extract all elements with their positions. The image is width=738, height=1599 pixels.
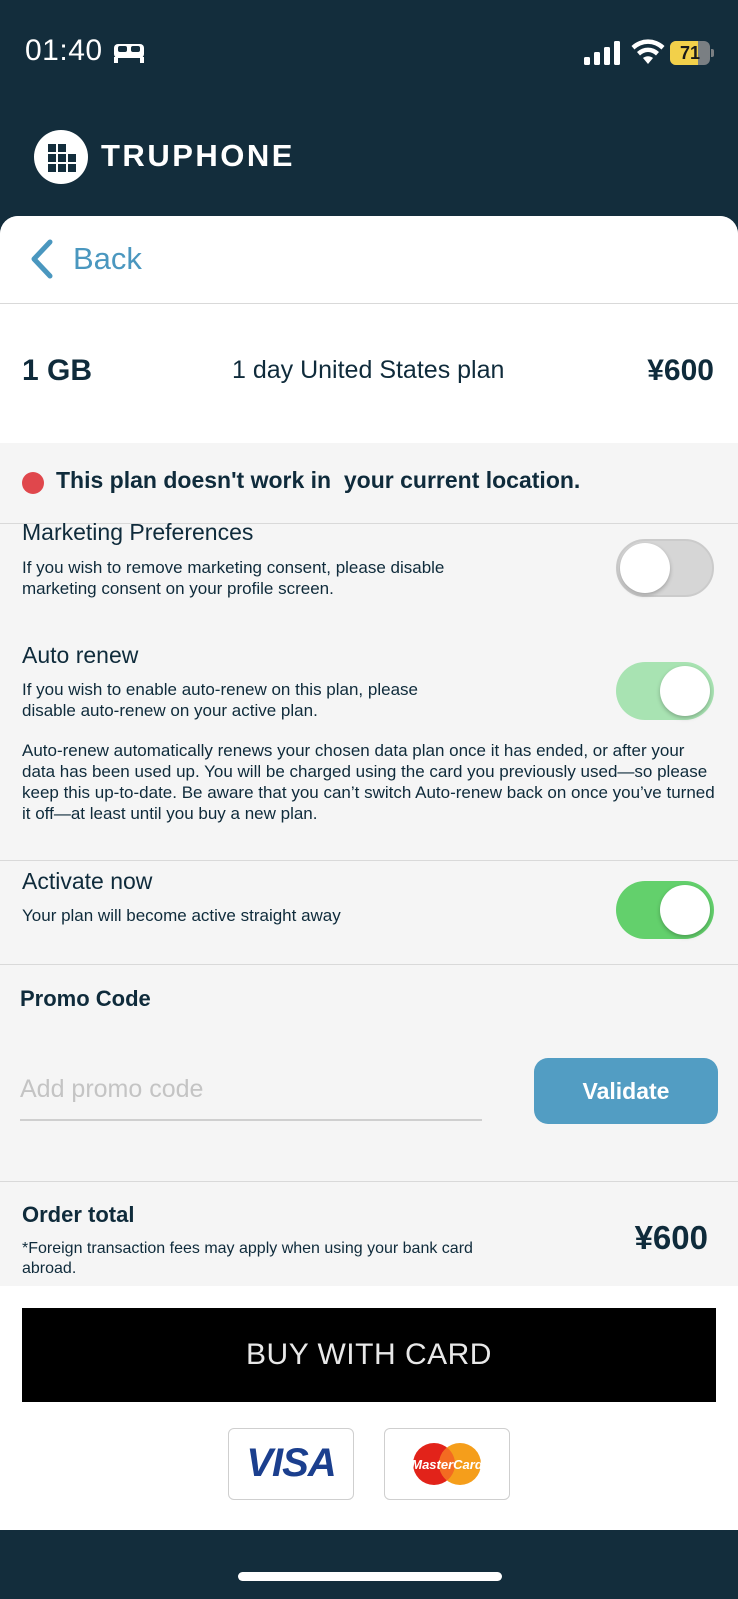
mastercard-logo: MasterCard [384,1428,510,1500]
warning-dot-icon [22,472,44,494]
warning-text: This plan doesn't work in your current l… [56,467,581,493]
validate-button[interactable]: Validate [534,1058,718,1124]
truphone-logo-icon [34,130,88,184]
order-note: *Foreign transaction fees may apply when… [22,1240,473,1277]
location-warning: This plan doesn't work in your current l… [0,443,738,524]
marketing-desc: If you wish to remove marketing consent,… [22,558,445,598]
status-time: 01:40 [25,34,103,67]
activate-now-toggle[interactable] [616,881,714,939]
visa-label: VISA [246,1441,336,1485]
purchase-card: Back 1 GB 1 day United States plan ¥600 … [0,216,738,1530]
plan-summary: 1 GB 1 day United States plan ¥600 [0,304,738,443]
mastercard-label: MasterCard [412,1457,482,1472]
plan-name: 1 day United States plan [232,356,505,384]
mastercard-icon: MasterCard [412,1443,482,1485]
home-indicator [238,1572,502,1581]
chevron-left-icon [31,239,53,279]
wifi-icon [631,39,665,64]
divider [0,860,738,861]
status-bar: 01:40 71 [0,0,738,106]
signal-icon [584,41,620,65]
promo-title: Promo Code [20,986,151,1011]
brand-name: TRUPHONE [101,138,295,173]
payment-area: BUY WITH CARD VISA MasterCard [0,1286,738,1530]
back-button[interactable]: Back [0,216,738,304]
promo-code-input[interactable] [20,1059,482,1121]
plan-price: ¥600 [647,354,714,387]
plan-size: 1 GB [22,354,93,387]
auto-renew-desc: If you wish to enable auto-renew on this… [22,680,418,720]
auto-renew-toggle[interactable] [616,662,714,720]
marketing-title: Marketing Preferences [22,519,254,545]
bed-icon [114,44,144,63]
auto-renew-title: Auto renew [22,642,139,668]
battery-level: 71 [679,43,701,63]
order-total-price: ¥600 [634,1219,708,1256]
buy-with-card-button[interactable]: BUY WITH CARD [22,1308,716,1402]
divider [0,964,738,965]
activate-now-desc: Your plan will become active straight aw… [22,906,341,925]
marketing-toggle[interactable] [616,539,714,597]
visa-logo: VISA [228,1428,354,1500]
battery-icon: 71 [670,41,714,65]
auto-renew-note: Auto-renew automatically renews your cho… [22,741,715,823]
order-total-title: Order total [22,1202,135,1227]
back-label: Back [73,241,142,276]
activate-now-title: Activate now [22,868,153,894]
divider [0,1181,738,1182]
